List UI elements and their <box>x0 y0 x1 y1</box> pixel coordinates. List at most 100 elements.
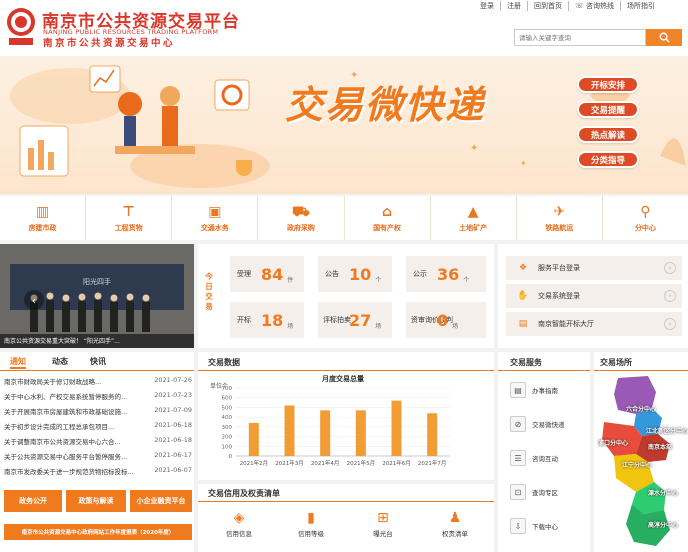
notice-date: 2021-06-07 <box>154 466 192 474</box>
service-guide[interactable]: ▤ 办事指南 <box>510 376 582 404</box>
cat-rail-shipping[interactable]: ✈ 铁路航运 <box>517 196 603 240</box>
slide-caption[interactable]: 南京公共资源交易重大突破！ “阳光四手”... <box>0 334 194 348</box>
pill-hot-topics[interactable]: 热点解读 <box>577 126 639 143</box>
top-links: 登录 注册 回到首页 ☏ 咨询热线 场所指引 <box>474 1 661 11</box>
pill-bid-schedule[interactable]: 开标安排 <box>577 76 639 93</box>
credit-label: 曝光台 <box>373 530 393 538</box>
chart-ytick: 100 <box>222 444 233 450</box>
chart-title: 月度交易总量 <box>321 374 364 383</box>
trading-system-login[interactable]: ✋ 交易系统登录 › <box>506 284 682 308</box>
today-cell-announcement[interactable]: 公告 10 个 <box>318 256 392 292</box>
map-label-jiangbei[interactable]: 江北新区分中心 <box>646 426 688 435</box>
map-label-liuhe[interactable]: 六合分中心 <box>626 404 656 413</box>
service-label: 交易微快递 <box>532 421 565 429</box>
cat-label: 房建市政 <box>28 224 57 232</box>
service-download[interactable]: ⇩ 下载中心 <box>510 512 582 540</box>
annual-report-link[interactable]: 南京市公共资源交易中心政府网站工作年度报表（2020年度） <box>4 524 192 540</box>
search-input[interactable] <box>514 29 646 46</box>
map-label-gaochun[interactable]: 高淳分中心 <box>648 520 678 529</box>
list-item[interactable]: 关于开展南京市房屋建筑和市政基础设施... 2021-07-09 <box>4 406 192 416</box>
cat-subcenter[interactable]: ⚲ 分中心 <box>603 196 688 240</box>
svg-text:✦: ✦ <box>520 159 527 168</box>
today-cell-bid-opening[interactable]: 开标 18 场 <box>230 302 304 338</box>
smart-bid-hall[interactable]: ▤ 南京智能开标大厅 › <box>506 312 682 336</box>
credit-info[interactable]: ◈ 信用信息 <box>214 510 264 538</box>
service-platform-login[interactable]: ❖ 服务平台登录 › <box>506 256 682 280</box>
sme-finance-button[interactable]: 小企业融资平台 <box>130 490 192 512</box>
logo-seal-icon[interactable] <box>4 6 38 46</box>
list-item[interactable]: 南京市发改委关于进一步规范货物招标投标... 2021-06-07 <box>4 466 192 476</box>
book-icon: ▤ <box>510 382 526 398</box>
today-cell-qualification[interactable]: 资审询价谈判 0 场 <box>406 302 486 338</box>
chart-bar <box>284 405 295 456</box>
notice-date: 2021-07-23 <box>154 391 192 399</box>
service-express[interactable]: ⊘ 交易微快递 <box>510 410 582 438</box>
svg-text:✦: ✦ <box>470 143 478 154</box>
venue-guide-link[interactable]: 场所指引 <box>621 1 661 11</box>
today-label: 今日交易 <box>205 272 213 311</box>
cat-procurement[interactable]: ⛟ 政府采购 <box>258 196 345 240</box>
today-cell-evaluation[interactable]: 评标拍卖 27 场 <box>318 302 392 338</box>
service-label: 办事指南 <box>532 387 558 395</box>
notice-date: 2021-07-09 <box>154 406 192 414</box>
search-button[interactable] <box>646 29 682 46</box>
pin-icon: ⚲ <box>640 204 651 220</box>
map-label-pukou[interactable]: 浦口分中心 <box>598 438 628 447</box>
crane-icon: ⊤ <box>122 204 136 220</box>
chart-xtick: 2021年6月 <box>382 459 411 467</box>
today-cell-unit: 个 <box>463 276 470 284</box>
cat-state-assets[interactable]: ⌂ 国有产权 <box>345 196 431 240</box>
today-cell-publicity[interactable]: 公示 36 个 <box>406 256 486 292</box>
tab-notice[interactable]: 通知 <box>10 356 26 369</box>
news-slideshow[interactable]: 阳光四手 ‹ <box>0 244 194 348</box>
login-link[interactable]: 登录 <box>474 1 501 11</box>
list-item[interactable]: 关于公共资源交易中心服务平台暂停服务... 2021-06-17 <box>4 451 192 461</box>
map-label-lishui[interactable]: 溧水分中心 <box>648 488 678 497</box>
arrow-right-icon: › <box>664 318 676 330</box>
today-cell-unit: 场 <box>375 322 382 330</box>
cat-transport[interactable]: ▣ 交通水务 <box>172 196 259 240</box>
register-link[interactable]: 注册 <box>501 1 528 11</box>
exposure-board[interactable]: ⊞ 曝光台 <box>358 510 408 538</box>
slide-banner-text: 阳光四手 <box>83 277 111 286</box>
chart-bar <box>355 410 366 456</box>
list-item[interactable]: 关于调整南京市公共资源交易中心六合... 2021-06-18 <box>4 436 192 446</box>
cat-land[interactable]: ▲ 土地矿产 <box>431 196 517 240</box>
service-consult[interactable]: ☰ 咨询互动 <box>510 444 582 472</box>
list-item[interactable]: 南京市财政局关于修订财政战略... 2021-07-26 <box>4 376 192 386</box>
list-item[interactable]: 关于中心水利、产权交易系统暂停服务的... 2021-07-23 <box>4 391 192 401</box>
gov-affairs-button[interactable]: 政务公开 <box>4 490 62 512</box>
compass-icon: ⊘ <box>510 416 526 432</box>
today-cell-unit: 场 <box>287 322 294 330</box>
pill-category-guide[interactable]: 分类指导 <box>577 151 639 168</box>
cat-label: 政府采购 <box>286 224 315 232</box>
site-subtitle: 南京市公共资源交易中心 <box>43 38 176 49</box>
list-item[interactable]: 关于初步设计完成的工程总承包项目... 2021-06-18 <box>4 421 192 431</box>
pill-trade-reminder[interactable]: 交易提醒 <box>577 101 639 118</box>
category-nav: ▥ 房建市政 ⊤ 工程货物 ▣ 交通水务 ⛟ 政府采购 ⌂ 国有产权 ▲ 土地矿产 ✈ 铁路航… <box>0 196 688 240</box>
service-label: 服务平台登录 <box>538 264 580 272</box>
slide-prev-button[interactable]: ‹ <box>24 290 44 310</box>
hotline-link[interactable]: ☏ 咨询热线 <box>569 1 621 11</box>
service-query[interactable]: ⊡ 查询专区 <box>510 478 582 506</box>
chart-bar <box>248 422 259 456</box>
credit-label: 信用信息 <box>226 530 252 538</box>
tab-flash[interactable]: 快讯 <box>90 356 106 367</box>
home-link[interactable]: 回到首页 <box>528 1 569 11</box>
today-cell-accepted[interactable]: 受理 84 件 <box>230 256 304 292</box>
chart-ytick: 300 <box>222 425 233 431</box>
map-label-jiangning[interactable]: 江宁分中心 <box>622 460 652 469</box>
service-label: 下载中心 <box>532 523 558 531</box>
cat-housing[interactable]: ▥ 房建市政 <box>0 196 87 240</box>
policy-button[interactable]: 政策与解读 <box>66 490 126 512</box>
tab-news[interactable]: 动态 <box>52 356 68 367</box>
duty-list[interactable]: ♟ 权责清单 <box>430 510 480 538</box>
service-label: 咨询互动 <box>532 455 558 463</box>
arrow-right-icon: › <box>664 262 676 274</box>
people-icon: ♟ <box>448 510 462 526</box>
credit-grade[interactable]: ▮ 信用等级 <box>286 510 336 538</box>
notice-title: 关于公共资源交易中心服务平台暂停服务... <box>4 453 128 461</box>
download-icon: ⇩ <box>510 518 526 534</box>
cat-engineering[interactable]: ⊤ 工程货物 <box>86 196 173 240</box>
map-label-main[interactable]: 南京本部 <box>648 442 672 451</box>
